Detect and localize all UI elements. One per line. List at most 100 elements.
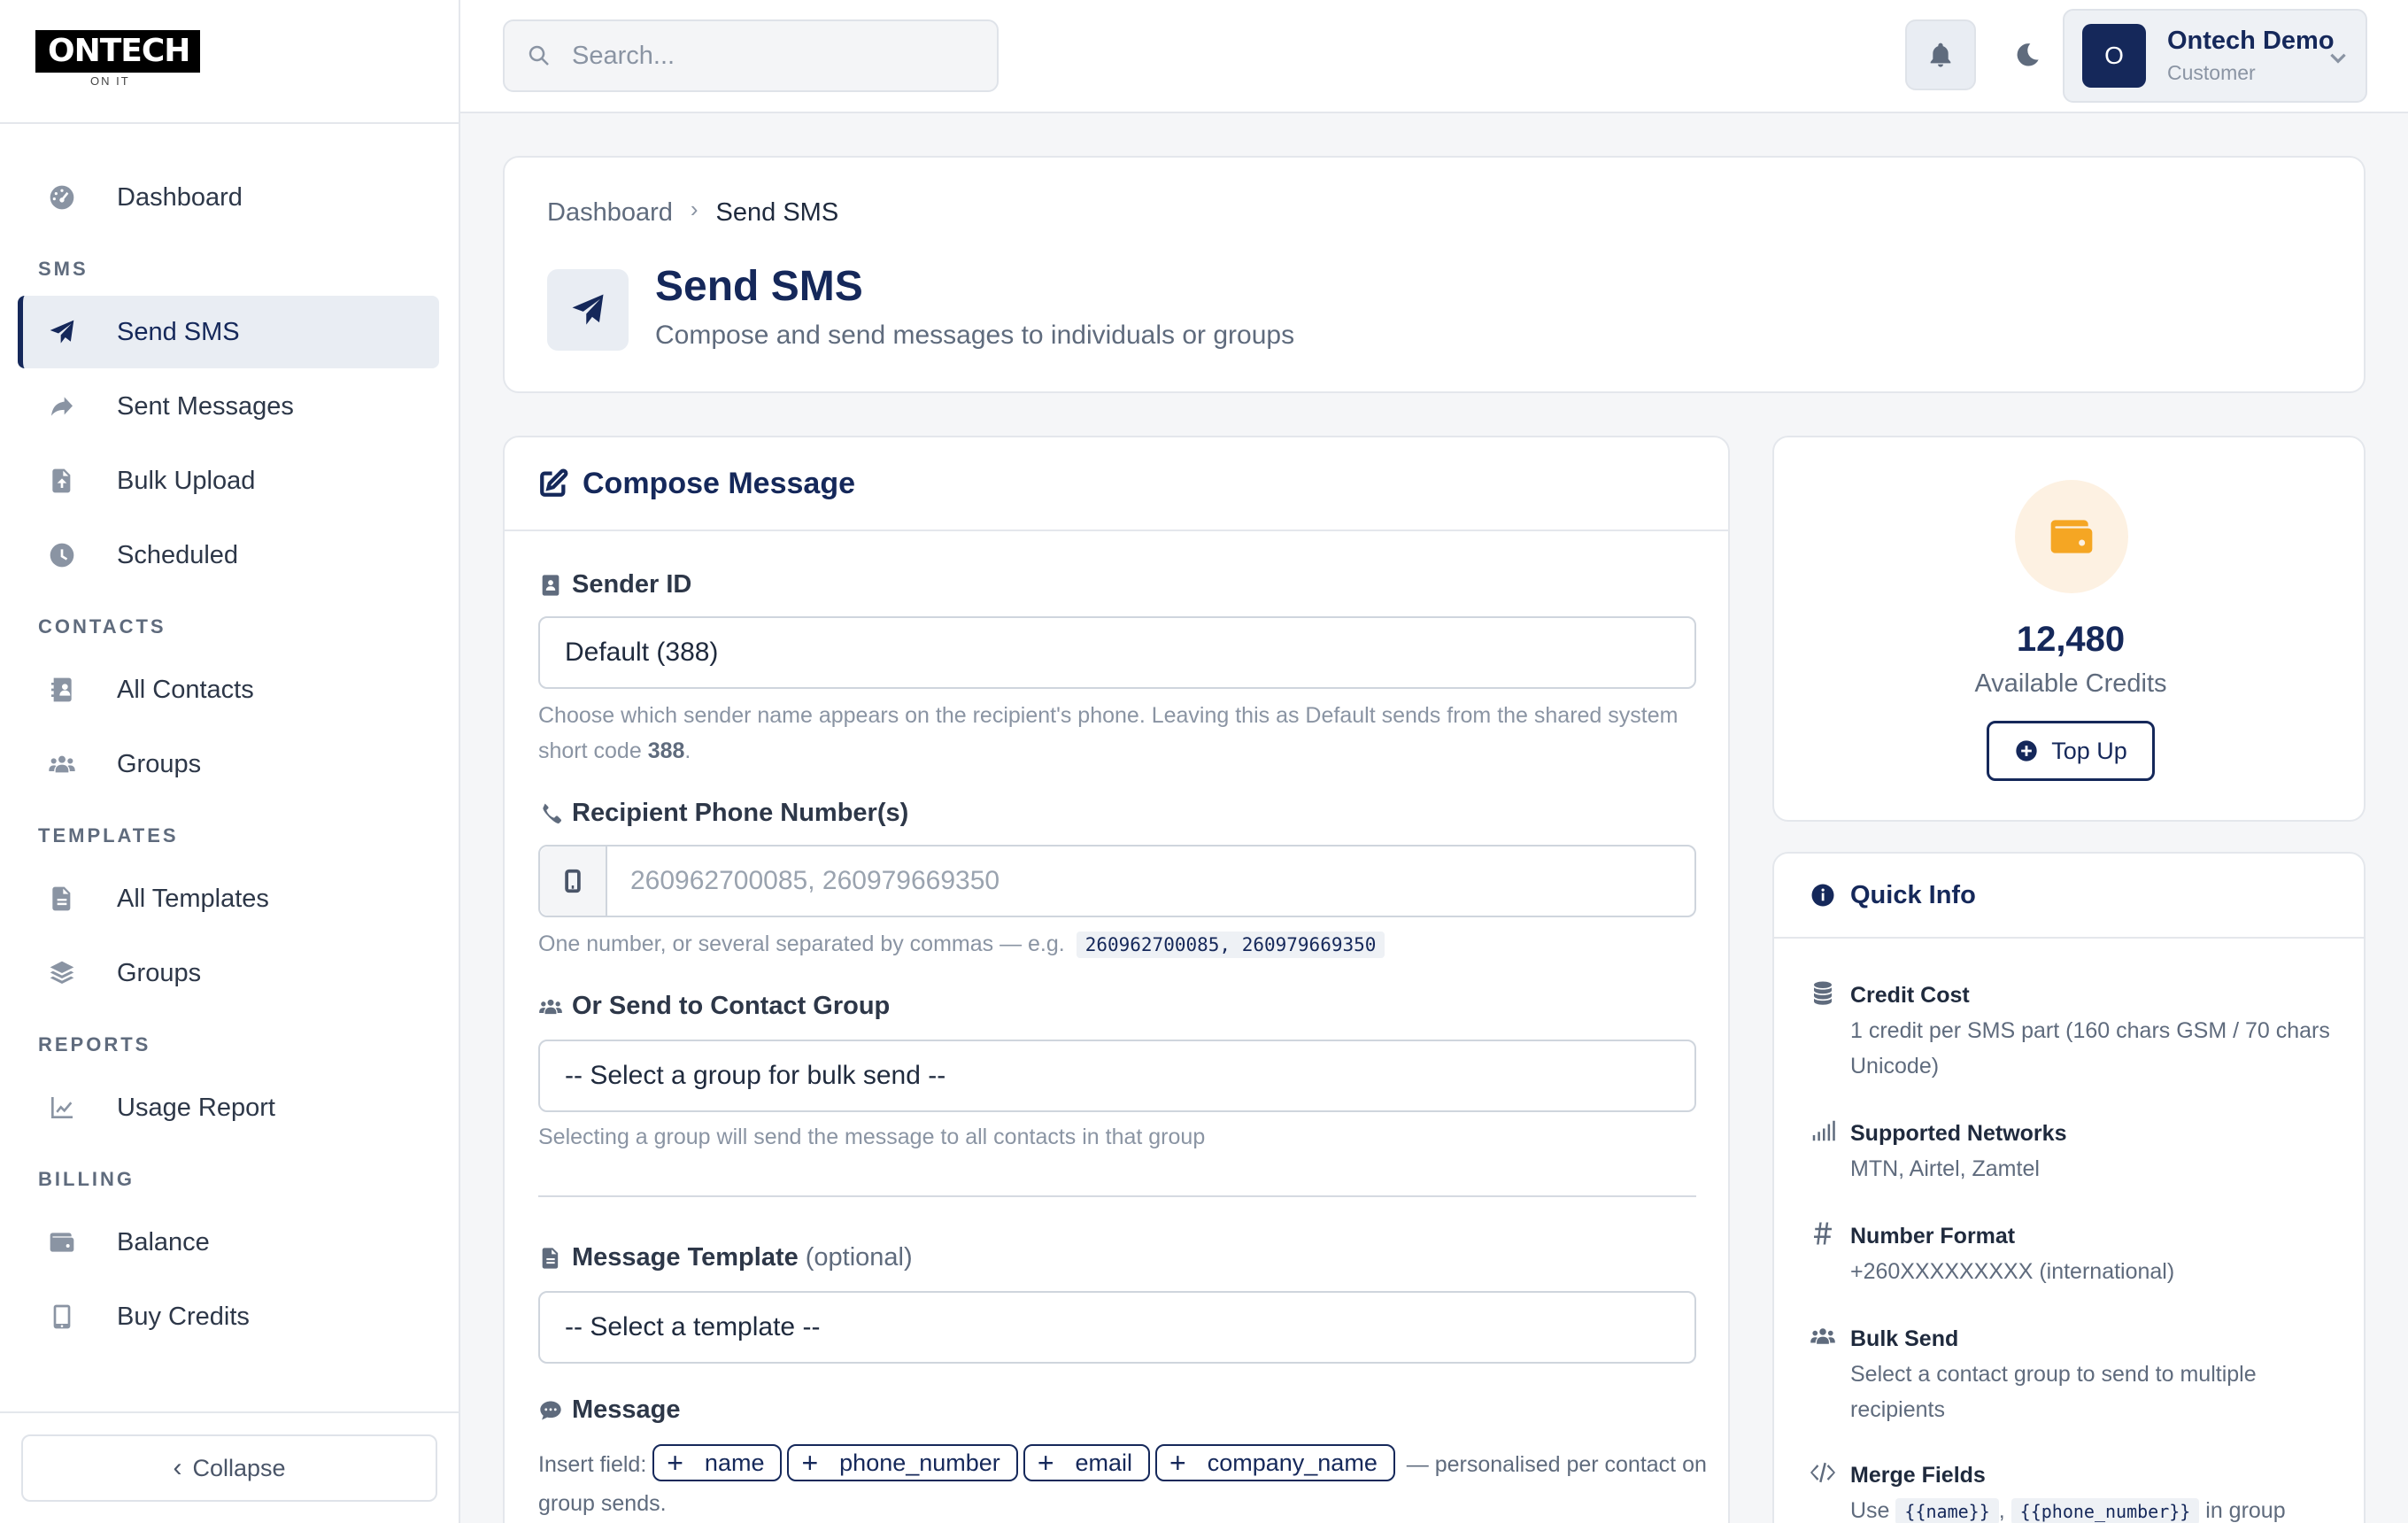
sender-id-label: Sender ID <box>538 570 691 599</box>
plus-icon: + <box>1037 1447 1054 1480</box>
collapse-button[interactable]: ‹ Collapse <box>21 1434 437 1502</box>
file-text-icon <box>542 1247 559 1269</box>
search-icon <box>529 45 549 66</box>
page-header: Dashboard › Send SMS Send SMS Compose an… <box>503 156 2366 393</box>
compose-card: Compose Message Sender ID Default (388) … <box>503 436 1730 1523</box>
insert-phone-number-button[interactable]: + phone_number <box>787 1444 1018 1482</box>
notifications-button[interactable] <box>1905 19 1976 90</box>
breadcrumb: Dashboard › Send SMS <box>547 196 838 228</box>
credits-label: Available Credits <box>1974 669 2167 698</box>
merge-code-phone: {{phone_number}} <box>2011 1498 2200 1523</box>
quick-info-card: Quick Info Credit Cost 1 credit per SMS … <box>1772 852 2366 1523</box>
info-merge-fields: Merge Fields Use {{name}}, {{phone_numbe… <box>1810 1457 2341 1523</box>
theme-toggle-button[interactable] <box>1992 19 2063 90</box>
message-label-text: Message <box>572 1395 681 1424</box>
brand[interactable]: ONTECH ON IT <box>0 0 459 124</box>
insert-name-button[interactable]: + name <box>652 1444 783 1482</box>
sidebar-item-label: Groups <box>117 958 202 987</box>
chevron-left-icon: ‹ <box>173 1453 182 1482</box>
sidebar-item-label: Buy Credits <box>117 1302 250 1331</box>
recipient-phone-input[interactable] <box>630 866 1604 896</box>
sidebar-item-scheduled[interactable]: Scheduled <box>18 519 439 591</box>
sidebar-item-label: Scheduled <box>117 540 239 569</box>
info-body: Number Format +260XXXXXXXXX (internation… <box>1850 1218 2174 1289</box>
wallet-icon <box>2015 480 2128 593</box>
comment-icon <box>540 1401 561 1419</box>
user-meta: Ontech Demo Customer <box>2167 27 2335 85</box>
info-body: Merge Fields Use {{name}}, {{phone_numbe… <box>1850 1457 2286 1523</box>
insert-company-name-button[interactable]: + company_name <box>1155 1444 1395 1482</box>
coins-icon <box>1810 979 1840 1009</box>
info-title: Supported Networks <box>1850 1121 2067 1146</box>
edit-icon <box>540 468 568 497</box>
info-credit-cost: Credit Cost 1 credit per SMS part (160 c… <box>1810 978 2341 1084</box>
sidebar-item-label: Groups <box>117 749 202 778</box>
top-up-button[interactable]: Top Up <box>1987 721 2155 781</box>
sidebar: ONTECH ON IT Dashboard SMS Send SMS Sent… <box>0 0 460 1523</box>
info-text-pre: Use <box>1850 1498 1890 1523</box>
wallet-icon <box>46 1226 78 1258</box>
quick-info-title: Quick Info <box>1850 880 1976 909</box>
sidebar-item-usage-report[interactable]: Usage Report <box>18 1071 439 1144</box>
info-text: MTN, Airtel, Zamtel <box>1850 1156 2040 1181</box>
section-templates: TEMPLATES <box>38 824 179 847</box>
sidebar-item-buy-credits[interactable]: Buy Credits <box>18 1280 439 1353</box>
logo-tagline: ON IT <box>90 74 130 88</box>
plus-icon: + <box>801 1447 819 1480</box>
sidebar-item-label: Sent Messages <box>117 391 294 421</box>
sidebar-item-template-groups[interactable]: Groups <box>18 937 439 1009</box>
info-title: Bulk Send <box>1850 1326 1959 1351</box>
user-menu[interactable]: O Ontech Demo Customer <box>2063 9 2367 103</box>
chip-label: phone_number <box>839 1450 1000 1477</box>
sidebar-item-contact-groups[interactable]: Groups <box>18 728 439 800</box>
address-book-icon <box>46 674 78 706</box>
template-value: -- Select a template -- <box>565 1312 821 1341</box>
info-body: Bulk Send Select a contact group to send… <box>1850 1321 2341 1427</box>
sidebar-item-bulk-upload[interactable]: Bulk Upload <box>18 445 439 517</box>
recipient-field <box>538 845 1696 917</box>
clock-icon <box>46 539 78 571</box>
contact-group-label: Or Send to Contact Group <box>538 992 890 1021</box>
sidebar-item-balance[interactable]: Balance <box>18 1206 439 1279</box>
code-icon <box>1810 1459 1840 1489</box>
avatar: O <box>2082 24 2146 88</box>
breadcrumb-dashboard-link[interactable]: Dashboard <box>547 198 673 228</box>
recipient-label-text: Recipient Phone Number(s) <box>572 799 909 827</box>
sender-id-label-text: Sender ID <box>572 570 692 599</box>
merge-sep: , <box>1998 1498 2005 1523</box>
sidebar-item-dashboard[interactable]: Dashboard <box>18 161 439 234</box>
info-text: Select a contact group to send to multip… <box>1850 1362 2257 1422</box>
moon-icon <box>2017 43 2039 66</box>
template-select[interactable]: -- Select a template -- <box>538 1291 1696 1364</box>
insert-field-label: Insert field: <box>538 1452 647 1477</box>
insert-field-row: Insert field: + name + phone_number + email + c… <box>538 1444 1707 1523</box>
info-title: Merge Fields <box>1850 1463 1986 1488</box>
sender-id-select[interactable]: Default (388) <box>538 616 1696 689</box>
bell-icon <box>1930 43 1951 67</box>
sidebar-nav: Dashboard SMS Send SMS Sent Messages Bul… <box>0 124 459 1353</box>
sidebar-item-label: Bulk Upload <box>117 466 256 495</box>
contact-group-select[interactable]: -- Select a group for bulk send -- <box>538 1040 1696 1112</box>
sidebar-item-send-sms[interactable]: Send SMS <box>18 296 439 368</box>
user-name: Ontech Demo <box>2167 27 2335 55</box>
recipient-help: One number, or several separated by comm… <box>538 926 1696 963</box>
sidebar-item-all-contacts[interactable]: All Contacts <box>18 653 439 726</box>
compose-header: Compose Message <box>505 437 1728 531</box>
section-reports: REPORTS <box>38 1033 151 1055</box>
user-role: Customer <box>2167 61 2256 84</box>
info-supported-networks: Supported Networks MTN, Airtel, Zamtel <box>1810 1116 2341 1187</box>
quick-info-header: Quick Info <box>1774 854 2364 939</box>
sidebar-item-sent-messages[interactable]: Sent Messages <box>18 370 439 443</box>
insert-email-button[interactable]: + email <box>1023 1444 1151 1482</box>
users-icon <box>1810 1323 1840 1353</box>
search-input[interactable] <box>572 41 961 71</box>
sidebar-item-all-templates[interactable]: All Templates <box>18 862 439 935</box>
signal-icon <box>1810 1117 1840 1148</box>
logo: ONTECH <box>35 30 201 73</box>
paper-plane-icon <box>46 316 78 348</box>
sender-help-code: 388 <box>647 738 685 763</box>
message-label: Message <box>538 1395 681 1425</box>
search-box[interactable] <box>503 19 999 92</box>
sidebar-item-label: Balance <box>117 1227 210 1256</box>
top-up-label: Top Up <box>2051 737 2127 764</box>
